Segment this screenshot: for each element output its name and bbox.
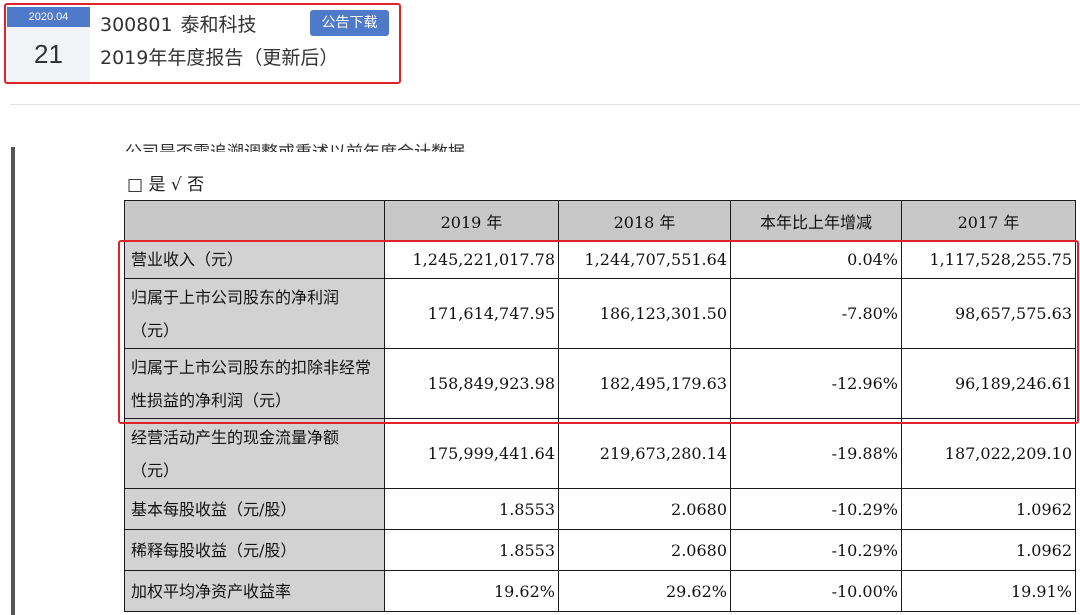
table-cell: 2.0680 [558,529,731,571]
cut-off-heading: 公司是否需追溯调整或重述以前年度会计数据 [125,138,465,152]
column-header: 本年比上年增减 [730,200,902,241]
column-header: 2019 年 [384,200,559,241]
table-cell: 1.8553 [384,529,559,571]
table-cell: 187,022,209.10 [901,418,1076,489]
table-cell: 29.62% [558,570,731,612]
table-row: 基本每股收益（元/股） 1.8553 2.0680 -10.29% 1.0962 [124,488,1076,530]
table-row: 加权平均净资产收益率 19.62% 29.62% -10.00% 19.91% [124,570,1076,612]
row-label: 经营活动产生的现金流量净额（元） [124,418,385,489]
table-cell: 219,673,280.14 [558,418,731,489]
restatement-checkbox-text: □ 是 √ 否 [127,175,205,195]
table-cell: 1.8553 [384,488,559,530]
table-cell: -10.00% [730,570,902,612]
table-row: 经营活动产生的现金流量净额（元） 175,999,441.64 219,673,… [124,418,1076,489]
header-highlight-box [4,3,401,84]
table-header-row: 2019 年 2018 年 本年比上年增减 2017 年 [124,200,1076,241]
table-cell: 175,999,441.64 [384,418,559,489]
divider [10,104,1080,105]
table-cell: 19.91% [901,570,1076,612]
table-cell: 1.0962 [901,529,1076,571]
table-cell: -19.88% [730,418,902,489]
table-highlight-box [118,240,1079,424]
row-label: 稀释每股收益（元/股） [124,529,385,571]
table-row: 稀释每股收益（元/股） 1.8553 2.0680 -10.29% 1.0962 [124,529,1076,571]
column-header: 2017 年 [901,200,1076,241]
table-cell: -10.29% [730,488,902,530]
row-label: 加权平均净资产收益率 [124,570,385,612]
document-edge-bar [11,147,15,615]
table-cell: -10.29% [730,529,902,571]
column-header: 2018 年 [558,200,731,241]
table-cell: 1.0962 [901,488,1076,530]
table-cell: 19.62% [384,570,559,612]
row-label: 基本每股收益（元/股） [124,488,385,530]
column-header [124,200,385,241]
table-cell: 2.0680 [558,488,731,530]
